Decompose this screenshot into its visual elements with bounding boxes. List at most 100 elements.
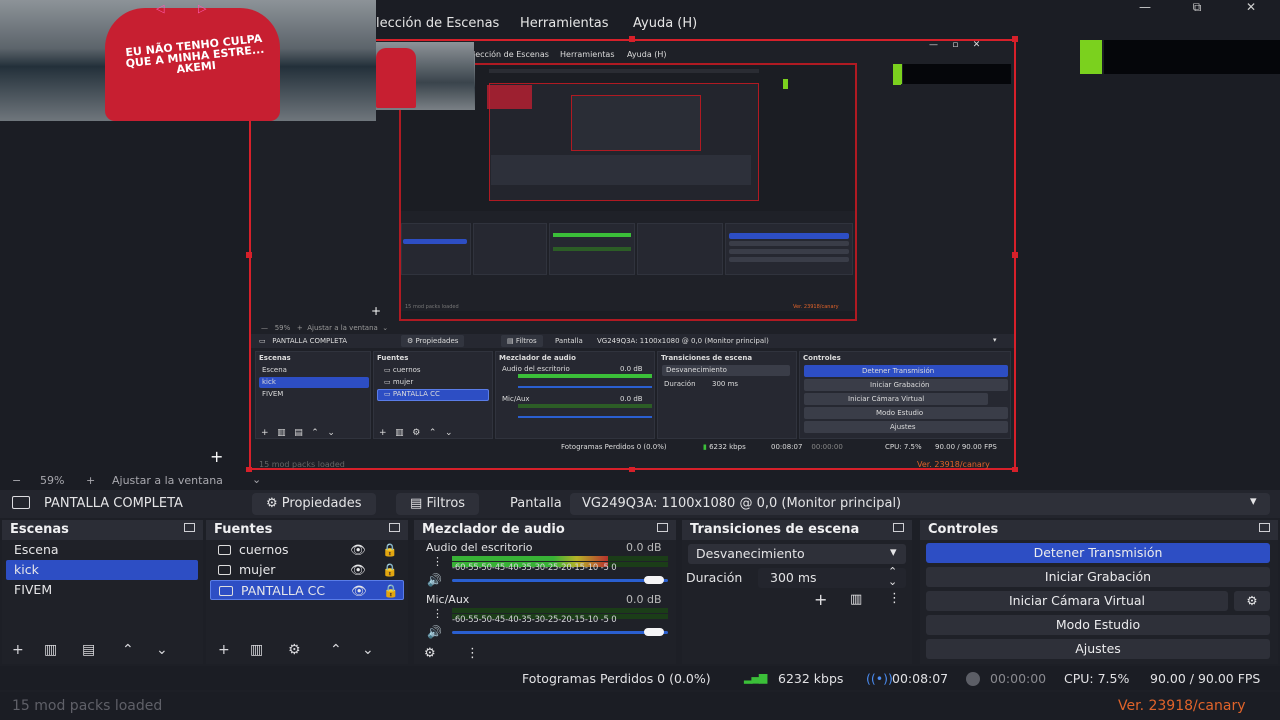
add-scene-icon[interactable]: + [12,642,24,658]
gear-icon: ⚙ [266,496,278,511]
mod-packs-text: 15 mod packs loaded [12,698,163,714]
desktop-audio-volume-knob[interactable] [644,576,664,584]
duration-label: Duración [686,570,743,585]
duration-input[interactable]: 300 ms ⌃ ⌄ [758,565,906,588]
chevron-down-icon: ▾ [1250,494,1257,509]
chevron-down-icon[interactable]: ⌄ [252,473,261,486]
source-properties-icon[interactable]: ⚙ [288,642,301,658]
zoom-out-button[interactable]: − [12,474,21,487]
undock-icon[interactable] [1259,523,1270,532]
zoom-in-button[interactable]: + [86,474,95,487]
transitions-dock-title: Transiciones de escena [682,520,912,540]
desktop-audio-db: 0.0 dB [626,541,662,554]
nested-menu-help: Ayuda (H) [627,50,667,59]
scene-item-fivem[interactable]: FIVEM [6,580,198,600]
start-virtual-camera-button[interactable]: Iniciar Cámara Virtual [926,591,1228,611]
fps-readout: 90.00 / 90.00 FPS [1150,671,1261,686]
dropped-frames: Fotogramas Perdidos 0 (0.0%) [522,671,711,686]
virtual-camera-settings-button[interactable]: ⚙ [1234,591,1270,611]
resize-handle-tr[interactable] [1012,36,1018,42]
speaker-icon[interactable]: 🔊 [427,573,442,587]
minimize-icon[interactable]: — [1122,0,1168,16]
menu-tools[interactable]: Herramientas [520,16,609,31]
scenes-dock-title: Escenas [2,520,203,540]
scene-filters-icon[interactable]: ▤ [82,642,95,658]
settings-button[interactable]: Ajustes [926,639,1270,659]
move-up-icon[interactable]: ⌃ [122,642,134,658]
nested-zoom: — 59% + Ajustar a la ventana ⌄ [261,324,389,332]
undock-icon[interactable] [184,523,195,532]
bitrate: 6232 kbps [778,671,844,686]
dark-overlay-block [1104,40,1280,74]
lock-icon[interactable]: 🔒 [383,581,399,601]
source-item-pantalla[interactable]: PANTALLA CC 👁 🔒 [210,580,404,600]
desktop-audio-volume-slider[interactable] [452,579,668,582]
mixer-menu-icon[interactable]: ⋮ [466,646,479,661]
gear-icon: ⚙ [1246,593,1258,608]
mic-aux-menu-icon[interactable]: ⋮ [432,607,443,620]
eye-icon[interactable]: 👁 [350,540,366,560]
undock-icon[interactable] [657,523,668,532]
stream-icon: ((•)) [866,671,893,686]
eye-icon[interactable]: 👁 [351,581,367,601]
undock-icon[interactable] [389,523,400,532]
desktop-audio-label: Audio del escritorio [426,541,533,554]
nested-photo-copy [376,42,474,110]
remove-scene-icon[interactable]: ▥ [44,642,57,658]
transition-menu-icon[interactable]: ⋮ [888,591,901,606]
add-transition-icon[interactable]: + [814,590,827,609]
record-time: 00:00:00 [990,671,1047,686]
transition-select[interactable]: Desvanecimiento ▾ [688,544,906,564]
meter-ticks: -60-55-50-45-40-35-30-25-20-15-10 -5 0 [452,563,617,573]
stop-stream-button[interactable]: Detener Transmisión [926,543,1270,563]
remove-transition-icon[interactable]: ▥ [850,592,862,607]
mic-aux-volume-slider[interactable] [452,631,668,634]
footer: 15 mod packs loaded Ver. 23918/canary [0,692,1280,720]
desktop-audio-menu-icon[interactable]: ⋮ [432,555,443,568]
move-down-icon[interactable]: ⌄ [156,642,168,658]
source-item-cuernos[interactable]: cuernos 👁 🔒 [210,540,404,560]
nested-transitions-dock: Transiciones de escena Desvanecimiento D… [657,351,797,439]
speaker-icon[interactable]: 🔊 [427,625,442,639]
scene-item-escena[interactable]: Escena [6,540,198,560]
spin-down-icon[interactable]: ⌄ [888,575,897,588]
crosshair-cursor-icon: + [210,447,224,466]
move-up-icon[interactable]: ⌃ [330,642,342,658]
source-toolbar: PANTALLA COMPLETA ⚙ Propiedades ▤ Filtro… [0,490,1280,518]
menu-help[interactable]: Ayuda (H) [633,16,697,31]
fit-window-label[interactable]: Ajustar a la ventana [112,474,223,487]
nested-scenes-dock: Escenas Escena kick FIVEM + ▥ ▤ ⌃ ⌄ [255,351,371,439]
move-down-icon[interactable]: ⌄ [362,642,374,658]
zoom-level: 59% [40,474,65,487]
menu-scenes[interactable]: lección de Escenas [376,16,499,31]
stream-time: 00:08:07 [892,671,949,686]
filters-button[interactable]: ▤ Filtros [396,493,480,515]
scene-item-kick[interactable]: kick [6,560,198,580]
monitor-icon [12,496,30,509]
image-icon [218,565,231,575]
undock-icon[interactable] [893,523,904,532]
source-item-mujer[interactable]: mujer 👁 🔒 [210,560,404,580]
resize-handle-t[interactable] [629,36,635,42]
close-icon[interactable]: ✕ [1228,0,1274,16]
properties-button[interactable]: ⚙ Propiedades [252,493,376,515]
signal-bars-icon: ▂▄▆ [744,671,767,684]
mic-aux-volume-knob[interactable] [644,628,664,636]
nested-source-toolbar: ▭ PANTALLA COMPLETA ⚙ Propiedades ▤ Filt… [251,334,1014,348]
lock-icon[interactable]: 🔒 [382,540,398,560]
image-icon [218,545,231,555]
studio-mode-button[interactable]: Modo Estudio [926,615,1270,635]
chevron-down-icon: ▾ [890,545,897,560]
start-recording-button[interactable]: Iniciar Grabación [926,567,1270,587]
restore-icon[interactable]: ⧉ [1174,0,1220,16]
monitor-select[interactable]: VG249Q3A: 1100x1080 @ 0,0 (Monitor princ… [570,493,1270,515]
mixer-dock-title: Mezclador de audio [414,520,676,540]
remove-source-icon[interactable]: ▥ [250,642,263,658]
add-source-icon[interactable]: + [218,642,230,658]
eye-icon[interactable]: 👁 [350,560,366,580]
mixer-advanced-icon[interactable]: ⚙ [424,646,436,661]
meter-ticks: -60-55-50-45-40-35-30-25-20-15-10 -5 0 [452,615,617,625]
resize-handle-r[interactable] [1012,252,1018,258]
lock-icon[interactable]: 🔒 [382,560,398,580]
resize-handle-l[interactable] [246,252,252,258]
